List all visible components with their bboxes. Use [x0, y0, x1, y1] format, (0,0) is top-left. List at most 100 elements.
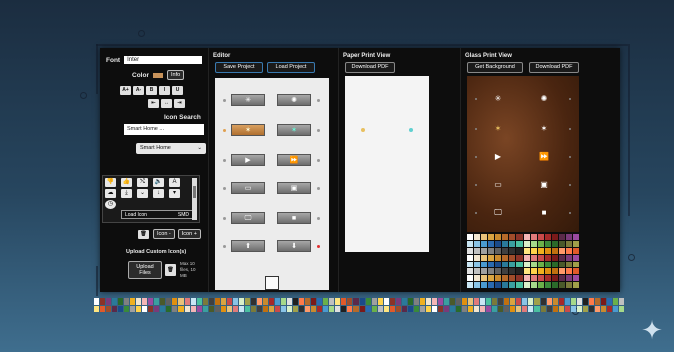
- strip-swatch[interactable]: [244, 305, 250, 312]
- strip-swatch[interactable]: [250, 298, 256, 305]
- palette-swatch[interactable]: [495, 275, 502, 282]
- frame-handle[interactable]: [265, 276, 279, 290]
- strip-swatch[interactable]: [299, 298, 305, 305]
- strip-swatch[interactable]: [106, 298, 112, 305]
- palette-swatch[interactable]: [544, 268, 551, 275]
- save-project-button[interactable]: Save Project: [215, 62, 263, 73]
- strip-swatch[interactable]: [226, 298, 232, 305]
- strip-swatch[interactable]: [106, 305, 112, 312]
- strip-swatch[interactable]: [510, 298, 516, 305]
- align-right-button[interactable]: ⇥: [174, 99, 185, 108]
- strip-swatch[interactable]: [618, 298, 624, 305]
- palette-swatch[interactable]: [523, 275, 530, 282]
- palette-swatch[interactable]: [516, 282, 523, 288]
- palette-swatch[interactable]: [523, 282, 530, 288]
- strip-swatch[interactable]: [425, 298, 431, 305]
- palette-swatch[interactable]: [481, 275, 488, 282]
- strip-swatch[interactable]: [546, 298, 552, 305]
- strip-swatch[interactable]: [528, 298, 534, 305]
- palette-swatch[interactable]: [530, 254, 537, 261]
- strip-swatch[interactable]: [154, 305, 160, 312]
- palette-swatch[interactable]: [467, 254, 474, 261]
- thumbs-up-icon[interactable]: 👍: [121, 178, 132, 187]
- strip-swatch[interactable]: [329, 305, 335, 312]
- get-background-button[interactable]: Get Background: [467, 62, 523, 73]
- strip-swatch[interactable]: [443, 298, 449, 305]
- strip-swatch[interactable]: [606, 305, 612, 312]
- strip-swatch[interactable]: [425, 305, 431, 312]
- palette-swatch[interactable]: [572, 268, 579, 275]
- icon-size-decrease[interactable]: Icon -: [153, 229, 175, 239]
- palette-swatch[interactable]: [558, 234, 565, 240]
- palette-swatch[interactable]: [551, 247, 558, 254]
- editor-icon-button[interactable]: ✺: [277, 94, 311, 106]
- palette-swatch[interactable]: [495, 261, 502, 268]
- strip-swatch[interactable]: [244, 298, 250, 305]
- editor-icon-button[interactable]: ⬇: [277, 240, 311, 252]
- strip-swatch[interactable]: [486, 298, 492, 305]
- strip-swatch[interactable]: [401, 298, 407, 305]
- strip-swatch[interactable]: [130, 305, 136, 312]
- strip-swatch[interactable]: [462, 305, 468, 312]
- palette-swatch[interactable]: [572, 282, 579, 288]
- strip-swatch[interactable]: [353, 298, 359, 305]
- strip-swatch[interactable]: [262, 298, 268, 305]
- palette-swatch[interactable]: [537, 254, 544, 261]
- strip-swatch[interactable]: [190, 305, 196, 312]
- editor-icon-button[interactable]: ⬆: [231, 240, 265, 252]
- palette-swatch[interactable]: [572, 254, 579, 261]
- palette-swatch[interactable]: [488, 268, 495, 275]
- palette-swatch[interactable]: [474, 275, 481, 282]
- palette-swatch[interactable]: [474, 254, 481, 261]
- palette-swatch[interactable]: [523, 247, 530, 254]
- palette-swatch[interactable]: [530, 282, 537, 288]
- palette-swatch[interactable]: [509, 254, 516, 261]
- strip-swatch[interactable]: [431, 298, 437, 305]
- strip-swatch[interactable]: [552, 298, 558, 305]
- palette-swatch[interactable]: [565, 247, 572, 254]
- palette-swatch[interactable]: [530, 247, 537, 254]
- palette-swatch[interactable]: [474, 268, 481, 275]
- strip-swatch[interactable]: [353, 305, 359, 312]
- palette-swatch[interactable]: [474, 234, 481, 240]
- strip-swatch[interactable]: [214, 305, 220, 312]
- strip-swatch[interactable]: [498, 298, 504, 305]
- palette-swatch[interactable]: [481, 254, 488, 261]
- trash-icon[interactable]: 🗑: [138, 229, 149, 239]
- strip-swatch[interactable]: [564, 305, 570, 312]
- strip-swatch[interactable]: [377, 298, 383, 305]
- editor-icon-button-selected[interactable]: ✶: [231, 124, 265, 136]
- palette-swatch[interactable]: [467, 268, 474, 275]
- strip-swatch[interactable]: [498, 305, 504, 312]
- strip-swatch[interactable]: [576, 298, 582, 305]
- icon-search-input[interactable]: Smart Home ...: [124, 124, 204, 135]
- strip-swatch[interactable]: [238, 298, 244, 305]
- palette-swatch[interactable]: [467, 234, 474, 240]
- strip-swatch[interactable]: [389, 298, 395, 305]
- strip-swatch[interactable]: [112, 305, 118, 312]
- strip-swatch[interactable]: [335, 298, 341, 305]
- strip-swatch[interactable]: [160, 305, 166, 312]
- strip-swatch[interactable]: [220, 298, 226, 305]
- palette-swatch[interactable]: [509, 247, 516, 254]
- palette-swatch[interactable]: [481, 261, 488, 268]
- strip-swatch[interactable]: [468, 305, 474, 312]
- strip-swatch[interactable]: [582, 305, 588, 312]
- palette-swatch[interactable]: [481, 282, 488, 288]
- palette-swatch[interactable]: [537, 240, 544, 247]
- strip-swatch[interactable]: [359, 298, 365, 305]
- palette-swatch[interactable]: [544, 261, 551, 268]
- palette-swatch[interactable]: [502, 240, 509, 247]
- palette-swatch[interactable]: [572, 240, 579, 247]
- palette-swatch[interactable]: [523, 254, 530, 261]
- palette-swatch[interactable]: [530, 261, 537, 268]
- align-center-button[interactable]: ↔: [161, 99, 172, 108]
- strip-swatch[interactable]: [371, 298, 377, 305]
- strip-swatch[interactable]: [220, 305, 226, 312]
- palette-swatch[interactable]: [537, 247, 544, 254]
- palette-swatch[interactable]: [551, 234, 558, 240]
- strip-swatch[interactable]: [190, 298, 196, 305]
- editor-icon-button[interactable]: ✶: [277, 124, 311, 136]
- palette-swatch[interactable]: [572, 275, 579, 282]
- strip-swatch[interactable]: [293, 305, 299, 312]
